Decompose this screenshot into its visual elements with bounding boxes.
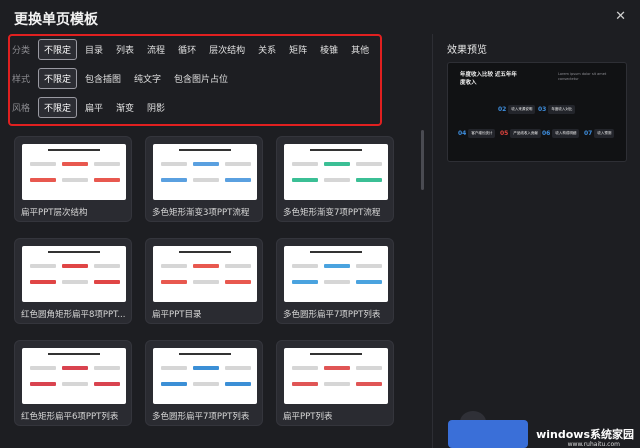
filter-option-category-5[interactable]: 层次结构 (204, 40, 250, 59)
preview-item: 02 收入来源说明 (498, 105, 536, 114)
filter-option-category-9[interactable]: 其他 (346, 40, 374, 59)
filter-row-style: 样式 不限定 包含插图 纯文字 包含图片占位 (12, 67, 236, 89)
preview-item-label: 年度收入对比 (548, 105, 576, 114)
filter-row-look: 风格 不限定 扁平 渐变 阴影 (12, 96, 173, 118)
preview-item-number: 04 (458, 130, 467, 137)
preview-subtitle: Lorem ipsum dolor sit amet consectetur (558, 72, 607, 81)
close-icon[interactable]: ✕ (615, 9, 626, 24)
template-thumbnail (284, 348, 388, 404)
preview-item-number: 06 (542, 130, 551, 137)
preview-item-label: 收入预测 (594, 129, 615, 138)
template-thumbnail (22, 246, 126, 302)
preview-item: 05 产品线收入贡献 (500, 129, 541, 138)
filter-option-style-3[interactable]: 包含图片占位 (169, 69, 233, 88)
filter-label-look: 风格 (12, 103, 31, 114)
template-caption: 红色矩形扁平6项PPT列表 (21, 412, 119, 422)
filter-option-look-2[interactable]: 渐变 (111, 98, 139, 117)
template-caption: 扁平PPT层次结构 (21, 208, 88, 218)
template-card[interactable]: 红色矩形扁平6项PPT列表 (14, 340, 132, 426)
filter-option-style-1[interactable]: 包含插图 (80, 69, 126, 88)
template-thumbnail (22, 144, 126, 200)
preview-item-label: 收入来源说明 (508, 105, 536, 114)
template-card[interactable]: 扁平PPT目录 (145, 238, 263, 324)
template-card[interactable]: 扁平PPT列表 (276, 340, 394, 426)
panel-divider (432, 34, 433, 448)
preview-item: 06 收入构成明细 (542, 129, 580, 138)
filter-option-category-4[interactable]: 循环 (173, 40, 201, 59)
apply-button[interactable] (448, 420, 528, 448)
preview-item-label: 收入构成明细 (552, 129, 580, 138)
preview-item: 03 年度收入对比 (538, 105, 576, 114)
template-caption: 多色矩形渐变3项PPT流程 (152, 208, 250, 218)
template-thumbnail (153, 246, 257, 302)
filter-option-category-6[interactable]: 关系 (253, 40, 281, 59)
preview-item-label: 客户增长统计 (468, 129, 496, 138)
filter-option-category-7[interactable]: 矩阵 (284, 40, 312, 59)
watermark-text: windows系统家园 (536, 428, 634, 441)
filter-row-category: 分类 不限定 目录 列表 流程 循环 层次结构 关系 矩阵 棱锥 其他 (12, 38, 377, 60)
filter-option-style-2[interactable]: 纯文字 (129, 69, 166, 88)
scrollbar[interactable] (421, 130, 424, 190)
template-caption: 扁平PPT列表 (283, 412, 333, 422)
preview-item-number: 05 (500, 130, 509, 137)
template-caption: 多色圆形扁平7项PPT列表 (283, 310, 381, 320)
template-thumbnail (153, 144, 257, 200)
filter-option-category-1[interactable]: 目录 (80, 40, 108, 59)
dialog-title: 更换单页模板 (14, 12, 98, 28)
template-card[interactable]: 多色矩形渐变3项PPT流程 (145, 136, 263, 222)
watermark-url: www.ruhaitu.com (567, 441, 620, 448)
template-card[interactable]: 扁平PPT层次结构 (14, 136, 132, 222)
template-thumbnail (284, 144, 388, 200)
template-thumbnail (284, 246, 388, 302)
preview-item-label: 产品线收入贡献 (510, 129, 541, 138)
filter-option-category-8[interactable]: 棱锥 (315, 40, 343, 59)
preview-heading: 年度收入比较 近五年年度收入 (460, 72, 517, 86)
filter-option-category-2[interactable]: 列表 (111, 40, 139, 59)
template-caption: 红色圆角矩形扁平8项PPT... (21, 310, 126, 320)
filter-option-look-1[interactable]: 扁平 (80, 98, 108, 117)
preview-item-number: 03 (538, 106, 547, 113)
template-thumbnail (153, 348, 257, 404)
filter-option-category-3[interactable]: 流程 (142, 40, 170, 59)
template-card[interactable]: 多色圆形扁平7项PPT列表 (276, 238, 394, 324)
template-thumbnail (22, 348, 126, 404)
template-card[interactable]: 多色圆形扁平7项PPT列表 (145, 340, 263, 426)
filter-option-style-0[interactable]: 不限定 (38, 67, 78, 89)
template-card[interactable]: 多色矩形渐变7项PPT流程 (276, 136, 394, 222)
template-caption: 扁平PPT目录 (152, 310, 202, 320)
preview-item-number: 02 (498, 106, 507, 113)
preview-item-number: 07 (584, 130, 593, 137)
preview-item: 07 收入预测 (584, 129, 615, 138)
template-caption: 多色矩形渐变7项PPT流程 (283, 208, 381, 218)
preview-title: 效果预览 (447, 45, 487, 56)
template-card[interactable]: 红色圆角矩形扁平8项PPT... (14, 238, 132, 324)
filter-option-look-3[interactable]: 阴影 (142, 98, 170, 117)
preview-slide: 年度收入比较 近五年年度收入 Lorem ipsum dolor sit ame… (447, 62, 627, 162)
filter-label-style: 样式 (12, 74, 31, 85)
template-caption: 多色圆形扁平7项PPT列表 (152, 412, 250, 422)
filter-label-category: 分类 (12, 45, 31, 56)
preview-item: 04 客户增长统计 (458, 129, 496, 138)
filter-option-look-0[interactable]: 不限定 (38, 96, 78, 118)
filter-option-category-0[interactable]: 不限定 (38, 38, 78, 60)
